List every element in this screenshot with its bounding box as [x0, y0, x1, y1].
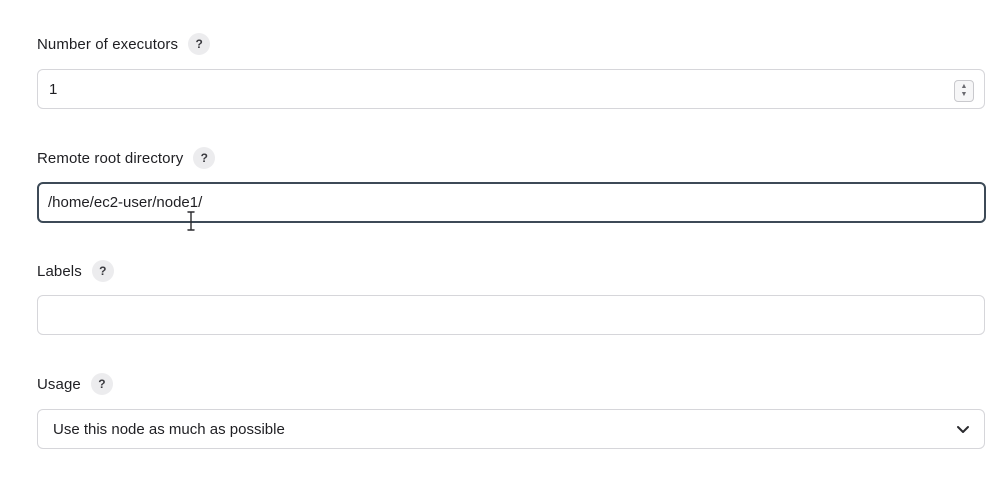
remote-root-label-row: Remote root directory ?	[37, 145, 985, 171]
usage-select[interactable]: Use this node as much as possible	[37, 409, 985, 449]
usage-selected-value: Use this node as much as possible	[53, 420, 285, 438]
node-configuration-form: Number of executors ? 1 ▲ ▼ Remote root …	[0, 0, 1000, 486]
number-spinner-icon[interactable]: ▲ ▼	[954, 80, 974, 102]
spinner-down-icon[interactable]: ▼	[961, 91, 968, 99]
spinner-up-icon[interactable]: ▲	[961, 83, 968, 91]
chevron-down-icon[interactable]	[955, 421, 971, 437]
labels-label-row: Labels ?	[37, 258, 985, 284]
labels-input[interactable]	[37, 295, 985, 335]
executors-help-icon[interactable]: ?	[188, 33, 211, 55]
remote-root-field: Remote root directory ? /home/ec2-user/n…	[37, 145, 986, 223]
text-cursor-icon	[187, 211, 195, 231]
executors-label: Number of executors	[37, 35, 179, 53]
labels-field: Labels ?	[37, 258, 985, 335]
remote-root-help-icon[interactable]: ?	[193, 147, 216, 169]
remote-root-label: Remote root directory	[37, 149, 184, 167]
usage-help-icon[interactable]: ?	[90, 373, 113, 395]
executors-label-row: Number of executors ?	[37, 31, 985, 57]
executors-field: Number of executors ? 1 ▲ ▼	[37, 31, 985, 109]
labels-label: Labels	[37, 262, 82, 280]
executors-value: 1	[49, 80, 58, 98]
executors-input[interactable]: 1 ▲ ▼	[37, 69, 985, 109]
usage-field: Usage ? Use this node as much as possibl…	[37, 371, 985, 449]
labels-help-icon[interactable]: ?	[91, 260, 114, 282]
usage-label-row: Usage ?	[37, 371, 985, 397]
usage-label: Usage	[37, 375, 81, 393]
remote-root-value: /home/ec2-user/node1/	[48, 194, 203, 211]
remote-root-input[interactable]: /home/ec2-user/node1/	[37, 182, 986, 223]
